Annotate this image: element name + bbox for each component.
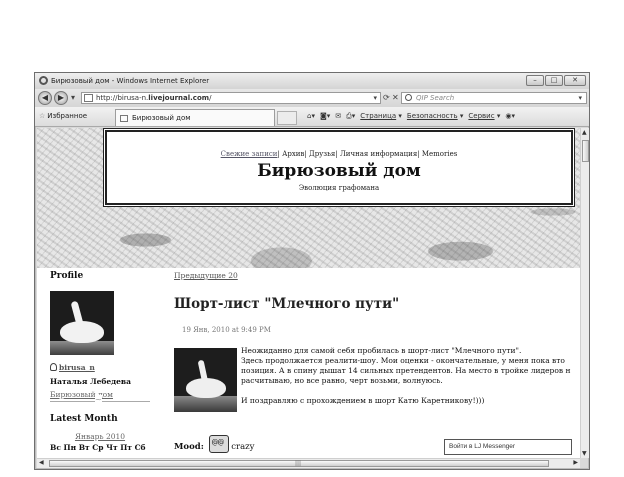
post-closing-line: И поздравляю с прохождением в шорт Катю … [241,396,485,405]
favorites-label: Избранное [47,112,88,120]
userpic-swan-image[interactable] [50,291,114,355]
feeds-icon[interactable]: ◙▾ [320,112,330,121]
address-domain: livejournal.com [148,94,210,102]
latest-month-heading: Latest Month [50,414,118,424]
help-icon[interactable]: ◉▾ [505,112,515,121]
scroll-up-icon[interactable]: ▲ [582,129,587,136]
forward-icon[interactable]: ▶ [54,91,68,105]
browser-window: Бирюзовый дом - Windows Internet Explore… [34,72,590,470]
refresh-icon[interactable]: ⟳ [383,92,390,104]
journal-subtitle: Эволюция графомана [298,184,380,192]
tab-page-icon [120,115,128,122]
scroll-down-icon[interactable]: ▼ [582,450,587,457]
navigation-bar: ◀ ▶ ▾ http://birusa-n.livejournal.com/ ▾… [35,89,589,107]
title-bar: Бирюзовый дом - Windows Internet Explore… [35,73,589,89]
nav-memories[interactable]: Memories [422,150,457,158]
address-suffix: / [209,94,212,102]
user-icon [50,363,57,371]
journal-title: Бирюзовый дом [257,161,421,181]
favorites-button[interactable]: ☆ Избранное [39,112,87,120]
search-options-icon[interactable]: ▾ [578,93,582,103]
command-bar: ☆ Избранное Бирюзовый дом ⌂▾ ◙▾ ✉ ⎙▾ Стра… [35,107,589,127]
post-line: расчитываю, но все равно, черт возьми, в… [241,376,443,385]
tab-label: Бирюзовый дом [132,114,191,122]
safety-menu[interactable]: Безопасность ▾ [407,112,464,121]
sidebar-divider [50,395,150,404]
maximize-button[interactable]: □ [545,75,563,86]
mood-value: crazy [231,442,255,452]
print-icon[interactable]: ⎙▾ [346,112,355,121]
search-placeholder: QIP Search [416,94,455,102]
search-icon [405,94,412,101]
toolbar-tools: ⌂▾ ◙▾ ✉ ⎙▾ Страница ▾ Безопасность ▾ Сер… [307,112,515,121]
post-userpic-swan-image [174,348,237,412]
nav-archive[interactable]: Архив [282,150,304,158]
vertical-scroll-thumb[interactable] [582,140,589,162]
ie-logo-icon [39,76,48,85]
page-icon [84,94,93,102]
profile-journal-link[interactable]: Бирюзовый дом [50,390,160,399]
profile-heading: Profile [50,271,84,281]
address-prefix: http://birusa-n. [96,94,149,102]
journal-header: Свежие записи| Архив| Друзья| Личная инф… [105,130,573,205]
main-content: Предыдущие 20 Шорт-лист "Млечного пути" … [174,271,579,453]
post-text: Неожиданно для самой себя пробилась в шо… [241,346,580,406]
vertical-scrollbar[interactable]: ▲ ▼ [580,128,589,458]
scroll-right-icon[interactable]: ▶ [573,459,578,466]
mood-crazy-icon [208,435,229,453]
history-dropdown-icon[interactable]: ▾ [71,92,75,104]
scroll-left-icon[interactable]: ◀ [39,459,44,466]
calendar-month-link[interactable]: Январь 2010 [50,432,150,441]
stop-icon[interactable]: ✕ [392,92,399,104]
tab-birusovy-dom[interactable]: Бирюзовый дом [115,109,275,126]
favorites-star-icon: ☆ [39,112,46,120]
page-viewport: Свежие записи| Архив| Друзья| Личная инф… [37,128,580,458]
post-line: позиция. А в спину дышат 14 сильных прет… [241,366,571,375]
post-line: Неожиданно для самой себя пробилась в шо… [241,346,522,355]
window-title: Бирюзовый дом - Windows Internet Explore… [51,77,210,85]
horizontal-scroll-thumb[interactable]: ||| [49,460,549,467]
lj-messenger-login-button[interactable]: Войти в LJ Messenger [444,439,572,455]
calendar-weekdays: Вс Пн Вт Ср Чт Пт Сб [50,443,146,452]
header-nav: Свежие записи| Архив| Друзья| Личная инф… [220,150,458,158]
address-dropdown-icon[interactable]: ▾ [373,93,377,103]
profile-full-name: Наталья Лебедева [50,377,132,386]
close-button[interactable]: ✕ [564,75,586,86]
search-input[interactable]: QIP Search ▾ [401,92,587,104]
home-icon[interactable]: ⌂▾ [307,112,315,121]
mail-icon[interactable]: ✉ [335,112,341,121]
service-menu[interactable]: Сервис ▾ [468,112,500,121]
previous-entries-link[interactable]: Предыдущие 20 [174,271,579,280]
post-title[interactable]: Шорт-лист "Млечного пути" [174,296,579,312]
horizontal-scrollbar[interactable]: ◀ ||| ▶ [37,458,580,468]
post-date: 19 Янв, 2010 at 9:49 PM [182,326,271,334]
new-tab-button[interactable] [277,111,297,125]
minimize-button[interactable]: – [526,75,544,86]
nav-friends[interactable]: Друзья [309,150,335,158]
back-icon[interactable]: ◀ [38,91,52,105]
post-body: Неожиданно для самой себя пробилась в шо… [174,346,580,423]
page-menu[interactable]: Страница ▾ [360,112,402,121]
post-line: Здесь продолжается реалити-шоу. Мои оцен… [241,356,565,365]
profile-username[interactable]: birusa_n [50,363,160,372]
address-bar[interactable]: http://birusa-n.livejournal.com/ ▾ [81,92,381,104]
window-controls: – □ ✕ [526,75,586,86]
mood-label: Mood: [174,442,204,452]
nav-fresh-entries[interactable]: Свежие записи [221,150,278,158]
sidebar: Profile birusa_n Наталья Лебедева Бирюзо… [50,271,160,452]
nav-userinfo[interactable]: Личная информация [340,150,417,158]
